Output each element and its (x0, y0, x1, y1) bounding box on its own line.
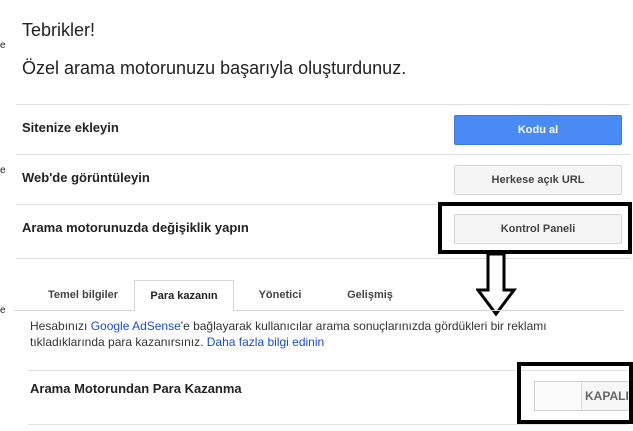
google-adsense-link[interactable]: Google AdSense (91, 319, 181, 333)
monetize-label: Arama Motorundan Para Kazanma (30, 381, 242, 396)
annotation-box (517, 362, 633, 424)
public-url-button[interactable]: Herkese açık URL (454, 165, 622, 195)
page-title: Tebrikler! (22, 20, 96, 40)
edit-engine-label: Arama motorunuzda değişiklik yapın (22, 220, 249, 235)
add-to-site-label: Sitenize ekleyin (22, 120, 119, 135)
divider (16, 258, 630, 259)
get-code-button[interactable]: Kodu al (454, 115, 622, 145)
tab-advanced[interactable]: Gelişmiş (330, 280, 410, 310)
adsense-text-before: Hesabınızı (30, 319, 91, 333)
adsense-description: Hesabınızı Google AdSense'e bağlayarak k… (30, 318, 610, 350)
learn-more-link[interactable]: Daha fazla bilgi edinin (207, 335, 324, 349)
clipped-text-fragment: e (0, 305, 6, 316)
clipped-text-fragment: e (0, 165, 6, 176)
divider (16, 104, 630, 105)
view-on-web-label: Web'de görüntüleyin (22, 170, 150, 185)
annotation-box (438, 202, 632, 254)
tab-bar: Temel bilgiler Para kazanın Yönetici Gel… (14, 280, 624, 311)
tab-admin[interactable]: Yönetici (242, 280, 318, 310)
page-subtitle: Özel arama motorunuzu başarıyla oluşturd… (22, 58, 407, 78)
divider (16, 154, 630, 155)
divider (28, 424, 628, 425)
tab-basics[interactable]: Temel bilgiler (28, 280, 138, 310)
tab-monetize[interactable]: Para kazanın (134, 280, 234, 311)
clipped-text-fragment: e (0, 40, 6, 51)
